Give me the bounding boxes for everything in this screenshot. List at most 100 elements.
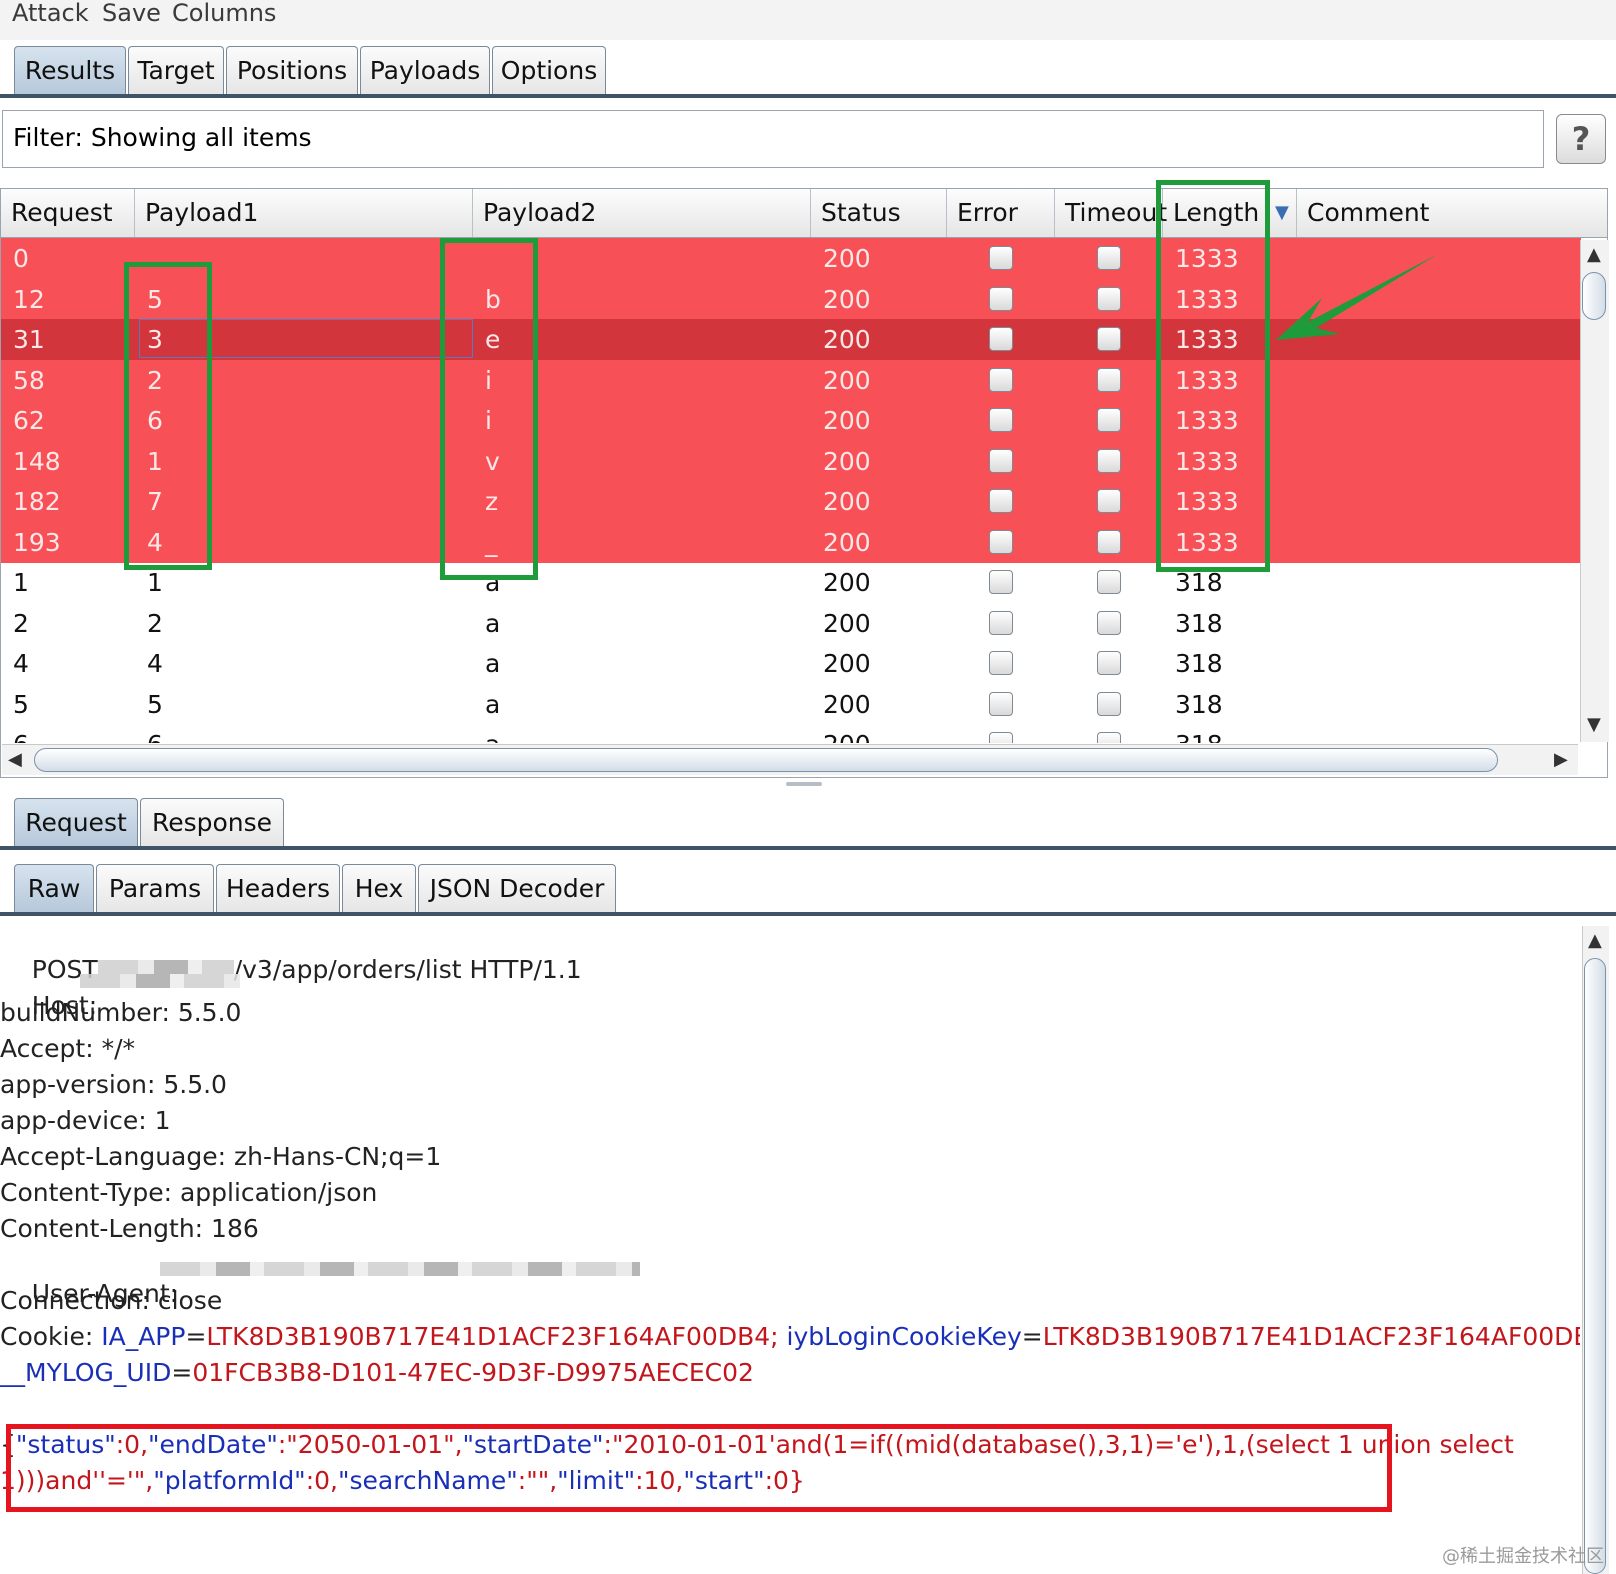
- cookie-value: LTK8D3B190B717E41D1ACF23F164AF00DB4;: [206, 1322, 779, 1351]
- scroll-left-icon[interactable]: ◀: [8, 749, 22, 770]
- timeout-checkbox[interactable]: [1097, 246, 1121, 270]
- annotation-box-body: [6, 1424, 1392, 1512]
- cell-status: 200: [823, 446, 871, 476]
- watermark: @稀土掘金技术社区: [1442, 1546, 1604, 1567]
- col-timeout[interactable]: Timeout: [1055, 189, 1167, 237]
- timeout-checkbox[interactable]: [1097, 367, 1121, 392]
- help-button[interactable]: ?: [1556, 114, 1606, 164]
- menu-save[interactable]: Save: [102, 0, 161, 26]
- header-line: app-device: 1: [0, 1106, 171, 1135]
- cookie-line: Cookie: IA_APP=LTK8D3B190B717E41D1ACF23F…: [0, 1322, 1580, 1351]
- timeout-checkbox[interactable]: [1097, 408, 1121, 432]
- timeout-checkbox[interactable]: [1097, 286, 1121, 311]
- error-checkbox[interactable]: [989, 286, 1013, 311]
- timeout-checkbox[interactable]: [1097, 732, 1121, 743]
- timeout-checkbox[interactable]: [1097, 529, 1121, 554]
- table-row[interactable]: 1 1 a 200 318: [1, 562, 1581, 603]
- col-payload2[interactable]: Payload2: [473, 189, 811, 237]
- cookie-line-continued: __MYLOG_UID=01FCB3B8-D101-47EC-9D3F-D997…: [0, 1358, 754, 1387]
- view-tabs: Raw Params Headers Hex JSON Decoder: [0, 858, 1616, 920]
- sort-desc-icon: ▼: [1275, 202, 1289, 223]
- col-status[interactable]: Status: [811, 189, 947, 237]
- tab-json-decoder[interactable]: JSON Decoder: [418, 864, 616, 912]
- timeout-checkbox[interactable]: [1097, 610, 1121, 635]
- timeout-checkbox[interactable]: [1097, 691, 1121, 716]
- table-row[interactable]: 4 4 a 200 318: [1, 643, 1581, 684]
- tab-headers[interactable]: Headers: [216, 864, 340, 912]
- cell-payload2: a: [485, 608, 501, 638]
- col-request[interactable]: Request: [1, 189, 135, 237]
- tab-request[interactable]: Request: [14, 798, 138, 846]
- col-error[interactable]: Error: [947, 189, 1055, 237]
- scroll-down-icon[interactable]: ▼: [1587, 714, 1601, 735]
- tab-raw[interactable]: Raw: [14, 864, 94, 912]
- menu-bar: Attack Save Columns: [0, 0, 1616, 41]
- error-checkbox[interactable]: [989, 691, 1013, 716]
- cell-request: 2: [13, 608, 29, 638]
- error-checkbox[interactable]: [989, 448, 1013, 473]
- table-row[interactable]: 6 6 a 200 318: [1, 724, 1581, 743]
- scroll-right-icon[interactable]: ▶: [1554, 749, 1568, 770]
- timeout-checkbox[interactable]: [1097, 327, 1121, 351]
- tab-positions[interactable]: Positions: [226, 46, 358, 94]
- error-checkbox[interactable]: [989, 408, 1013, 432]
- tab-hex[interactable]: Hex: [342, 864, 416, 912]
- cell-status: 200: [823, 649, 871, 678]
- splitter-grip[interactable]: [786, 782, 822, 786]
- table-horizontal-thumb[interactable]: [34, 748, 1498, 772]
- error-checkbox[interactable]: [989, 327, 1013, 351]
- filter-label: Filter: Showing all items: [13, 123, 312, 152]
- error-checkbox[interactable]: [989, 651, 1013, 675]
- header-line: Content-Length: 186: [0, 1214, 259, 1243]
- table-row[interactable]: 148 1 v 200 1333: [1, 440, 1581, 482]
- filter-bar[interactable]: Filter: Showing all items: [2, 110, 1544, 168]
- cell-request: 182: [13, 487, 61, 516]
- tab-params[interactable]: Params: [96, 864, 214, 912]
- editor-vertical-thumb[interactable]: [1584, 958, 1606, 1574]
- table-row[interactable]: 58 2 i 200 1333: [1, 359, 1581, 401]
- error-checkbox[interactable]: [989, 367, 1013, 392]
- table-row[interactable]: 182 7 z 200 1333: [1, 481, 1581, 522]
- tab-results[interactable]: Results: [14, 46, 126, 94]
- timeout-checkbox[interactable]: [1097, 489, 1121, 513]
- annotation-box-payload2: [440, 238, 538, 580]
- col-comment[interactable]: Comment: [1297, 189, 1607, 237]
- error-checkbox[interactable]: [989, 610, 1013, 635]
- redacted-user-agent: [160, 1262, 640, 1276]
- error-checkbox[interactable]: [989, 246, 1013, 270]
- col-payload1[interactable]: Payload1: [135, 189, 473, 237]
- cookie-key: IA_APP: [101, 1322, 186, 1351]
- table-row[interactable]: 62 6 i 200 1333: [1, 400, 1581, 441]
- error-checkbox[interactable]: [989, 489, 1013, 513]
- cell-request: 31: [13, 325, 45, 354]
- cell-request: 0: [13, 244, 29, 273]
- error-checkbox[interactable]: [989, 732, 1013, 743]
- table-row[interactable]: 193 4 _ 200 1333: [1, 521, 1581, 563]
- scroll-up-icon[interactable]: ▲: [1588, 930, 1602, 951]
- timeout-checkbox[interactable]: [1097, 651, 1121, 675]
- tab-target[interactable]: Target: [128, 46, 224, 94]
- menu-attack[interactable]: Attack: [12, 0, 89, 26]
- tab-response[interactable]: Response: [140, 798, 284, 846]
- tab-options[interactable]: Options: [492, 46, 606, 94]
- scroll-up-icon[interactable]: ▲: [1587, 244, 1601, 265]
- message-tabs: Request Response: [0, 792, 1616, 854]
- annotation-box-length: [1156, 180, 1270, 572]
- annotation-arrow-icon: [1276, 254, 1438, 340]
- header-line: buildNumber: 5.5.0: [0, 998, 242, 1027]
- table-row[interactable]: 5 5 a 200 318: [1, 684, 1581, 725]
- cell-payload1: 4: [147, 649, 163, 678]
- tab-payloads[interactable]: Payloads: [360, 46, 490, 94]
- cell-request: 4: [13, 649, 29, 678]
- table-vertical-thumb[interactable]: [1582, 272, 1606, 320]
- error-checkbox[interactable]: [989, 570, 1013, 594]
- redacted-host-value: [80, 974, 240, 988]
- table-row[interactable]: 2 2 a 200 318: [1, 603, 1581, 644]
- timeout-checkbox[interactable]: [1097, 448, 1121, 473]
- error-checkbox[interactable]: [989, 529, 1013, 554]
- cell-payload2: a: [485, 649, 501, 678]
- header-line: Accept-Language: zh-Hans-CN;q=1: [0, 1142, 442, 1171]
- timeout-checkbox[interactable]: [1097, 570, 1121, 594]
- cookie-value: LTK8D3B190B717E41D1ACF23F164AF00DB4;: [1042, 1322, 1580, 1351]
- menu-columns[interactable]: Columns: [172, 0, 276, 26]
